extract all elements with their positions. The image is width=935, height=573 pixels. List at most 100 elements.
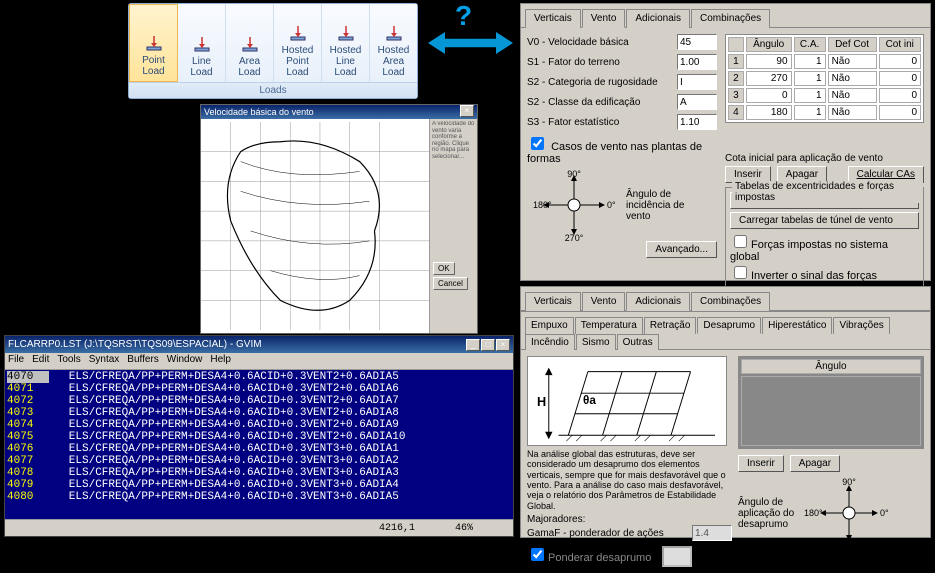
- svg-text:90°: 90°: [567, 169, 581, 179]
- col-header: C.A.: [794, 37, 826, 52]
- ribbon-group-label: Loads: [129, 82, 417, 98]
- subtab-empuxo[interactable]: Empuxo: [525, 317, 574, 334]
- hosted-area-load-icon: [384, 23, 404, 43]
- loads-ribbon-group: PointLoadLineLoadAreaLoadHostedPoint Loa…: [128, 3, 418, 99]
- tab-vento[interactable]: Vento: [582, 292, 626, 311]
- maximize-icon[interactable]: □: [481, 339, 495, 351]
- subtab-temperatura[interactable]: Temperatura: [575, 317, 643, 334]
- brazil-map-canvas[interactable]: [201, 119, 429, 333]
- subtab-retração[interactable]: Retração: [644, 317, 697, 334]
- menu-edit[interactable]: Edit: [32, 354, 49, 368]
- gvim-menubar: File Edit Tools Syntax Buffers Window Help: [5, 353, 513, 370]
- area-load-icon: [240, 34, 260, 54]
- avancado-button[interactable]: Avançado...: [646, 241, 717, 258]
- col-header: Cot ini: [879, 37, 922, 52]
- forcas-globais-checkbox[interactable]: [734, 235, 747, 248]
- v0-input[interactable]: [677, 34, 717, 50]
- map-cancel-button[interactable]: Cancel: [433, 277, 468, 290]
- tab-vento[interactable]: Vento: [582, 9, 626, 28]
- casos-vento-label: Casos de vento nas plantas de formas: [527, 141, 702, 165]
- map-ok-button[interactable]: OK: [433, 262, 455, 275]
- desaprumo-diagram: H θa: [527, 356, 727, 446]
- tab-combinações[interactable]: Combinações: [691, 292, 770, 311]
- carregar-tunel-button[interactable]: Carregar tabelas de túnel de vento: [730, 212, 919, 229]
- menu-window[interactable]: Window: [167, 354, 203, 368]
- hosted-point-load-icon: [288, 23, 308, 43]
- editor-line: 4077 ELS/CFREQA/PP+PERM+DESA4+0.6ACID+0.…: [7, 455, 511, 467]
- gamaf-input: [692, 525, 732, 541]
- close-icon[interactable]: ×: [460, 105, 474, 117]
- menu-help[interactable]: Help: [210, 354, 231, 368]
- ribbon-hosted-area-load-button[interactable]: HostedArea Load: [370, 4, 417, 82]
- menu-buffers[interactable]: Buffers: [127, 354, 159, 368]
- ribbon-line-load-button[interactable]: LineLoad: [178, 4, 226, 82]
- table-row[interactable]: 1901Não0: [728, 54, 921, 69]
- dialog2-sub-tabs: EmpuxoTemperaturaRetraçãoDesaprumoHipere…: [521, 311, 930, 350]
- s2cls-label: S2 - Classe da edificação: [527, 97, 677, 108]
- wind-map-window: Velocidade básica do vento ×: [200, 104, 478, 334]
- menu-file[interactable]: File: [8, 354, 24, 368]
- v0-label: V0 - Velocidade básica: [527, 37, 677, 48]
- question-mark: ?: [455, 0, 472, 32]
- tab-verticais[interactable]: Verticais: [525, 292, 581, 311]
- ponderar-checkbox[interactable]: [531, 548, 544, 561]
- s1-input[interactable]: [677, 54, 717, 70]
- tab-adicionais[interactable]: Adicionais: [626, 9, 690, 28]
- s2cat-input[interactable]: [677, 74, 717, 90]
- gvim-cursor-pos: 4216,1: [379, 520, 415, 536]
- apagar-button-2[interactable]: Apagar: [790, 455, 840, 472]
- table-row[interactable]: 301Não0: [728, 88, 921, 103]
- editor-line: 4075 ELS/CFREQA/PP+PERM+DESA4+0.6ACID+0.…: [7, 431, 511, 443]
- svg-text:0°: 0°: [607, 200, 616, 210]
- desaprumo-angle-table[interactable]: Ângulo: [738, 356, 924, 449]
- ribbon-hosted-point-load-button[interactable]: HostedPoint Load: [274, 4, 322, 82]
- ribbon-hosted-line-load-button[interactable]: HostedLine Load: [322, 4, 370, 82]
- inverter-sinal-checkbox[interactable]: [734, 266, 747, 279]
- inserir-button-2[interactable]: Inserir: [738, 455, 784, 472]
- point-load-icon: [144, 33, 164, 53]
- subtab-vibrações[interactable]: Vibrações: [833, 317, 889, 334]
- gvim-scroll-percent: 46%: [455, 520, 473, 536]
- casos-vento-checkbox[interactable]: [531, 137, 544, 150]
- loads-dialog-vento: VerticaisVentoAdicionaisCombinações V0 -…: [520, 3, 931, 281]
- svg-text:270°: 270°: [565, 233, 584, 241]
- subtab-sismo[interactable]: Sismo: [576, 334, 616, 350]
- editor-line: 4074 ELS/CFREQA/PP+PERM+DESA4+0.6ACID+0.…: [7, 419, 511, 431]
- subtab-outras[interactable]: Outras: [617, 334, 659, 350]
- subtab-hiperestático[interactable]: Hiperestático: [762, 317, 832, 334]
- editor-line: 4076 ELS/CFREQA/PP+PERM+DESA4+0.6ACID+0.…: [7, 443, 511, 455]
- subtab-desaprumo[interactable]: Desaprumo: [697, 317, 761, 334]
- subtab-incêndio[interactable]: Incêndio: [525, 334, 575, 350]
- table-row[interactable]: 41801Não0: [728, 105, 921, 120]
- line-load-icon: [192, 34, 212, 54]
- ribbon-area-load-button[interactable]: AreaLoad: [226, 4, 274, 82]
- tab-combinações[interactable]: Combinações: [691, 9, 770, 28]
- s2cat-label: S2 - Categoria de rugosidade: [527, 77, 677, 88]
- gvim-window: FLCARRP0.LST (J:\TQSRST\TQS09\ESPACIAL) …: [4, 335, 514, 537]
- loads-dialog-adicionais: VerticaisVentoAdicionaisCombinações Empu…: [520, 286, 931, 538]
- svg-text:180°: 180°: [533, 200, 552, 210]
- gvim-statusbar: 4216,1 46%: [5, 519, 513, 536]
- tab-verticais[interactable]: Verticais: [525, 9, 581, 28]
- map-window-title: Velocidade básica do vento: [204, 105, 314, 119]
- col-header: Ângulo: [746, 37, 792, 52]
- angulo-incidencia-label: Ângulo de incidência de vento: [626, 189, 686, 222]
- s3-input[interactable]: [677, 114, 717, 130]
- ribbon-point-load-button[interactable]: PointLoad: [129, 4, 178, 82]
- s2cls-input[interactable]: [677, 94, 717, 110]
- menu-tools[interactable]: Tools: [57, 354, 80, 368]
- table-row[interactable]: 22701Não0: [728, 71, 921, 86]
- gvim-title: FLCARRP0.LST (J:\TQSRST\TQS09\ESPACIAL) …: [8, 336, 262, 353]
- gamaf-label: GamaF - ponderador de ações: [527, 528, 692, 539]
- wind-cases-table[interactable]: ÂnguloC.A.Def CotCot ini 1901Não022701Nã…: [725, 34, 924, 123]
- cota-inicial-label: Cota inicial para aplicação de vento: [725, 153, 924, 164]
- menu-syntax[interactable]: Syntax: [89, 354, 120, 368]
- close-icon[interactable]: ×: [496, 339, 510, 351]
- compass-icon-2: 90° 270° 180° 0°: [802, 478, 897, 548]
- tab-adicionais[interactable]: Adicionais: [626, 292, 690, 311]
- editor-line: 4073 ELS/CFREQA/PP+PERM+DESA4+0.6ACID+0.…: [7, 407, 511, 419]
- gvim-editor[interactable]: 4070 ELS/CFREQA/PP+PERM+DESA4+0.6ACID+0.…: [5, 370, 513, 519]
- svg-text:H: H: [537, 394, 546, 409]
- minimize-icon[interactable]: _: [466, 339, 480, 351]
- editor-line: 4070 ELS/CFREQA/PP+PERM+DESA4+0.6ACID+0.…: [7, 371, 511, 383]
